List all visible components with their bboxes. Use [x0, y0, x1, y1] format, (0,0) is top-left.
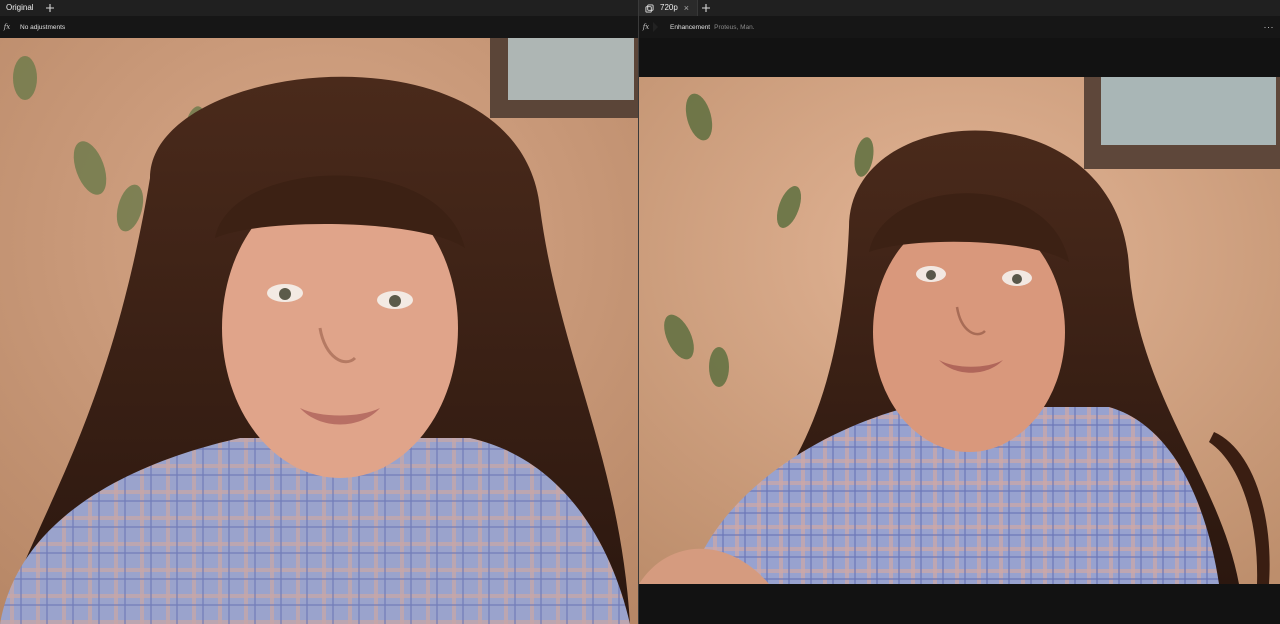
adjustments-bar: fx Enhancement Proteus, Man. ··· — [639, 16, 1280, 38]
plus-icon — [45, 4, 54, 12]
tab-720p[interactable]: 720p × — [639, 0, 699, 16]
tab-bar: 720p × — [639, 0, 1280, 16]
adjustment-status: No adjustments — [20, 23, 66, 31]
adjustment-name[interactable]: Enhancement — [670, 24, 710, 31]
original-image-viewport[interactable] — [0, 38, 638, 624]
fx-button[interactable]: fx — [639, 16, 653, 38]
more-icon[interactable]: ··· — [1264, 22, 1275, 32]
original-video-frame — [0, 38, 638, 624]
fx-button[interactable]: fx — [0, 16, 14, 38]
close-icon[interactable]: × — [684, 3, 689, 13]
fx-icon: fx — [3, 23, 11, 31]
tab-label: 720p — [660, 3, 678, 12]
tab-bar: Original — [0, 0, 638, 16]
adjustments-bar: fx No adjustments — [0, 16, 638, 38]
tab-original[interactable]: Original — [0, 0, 42, 16]
enhanced-pane: 720p × fx Enhancement Proteus, Man. ··· — [639, 0, 1280, 624]
fx-separator — [653, 22, 658, 32]
add-tab-button[interactable] — [698, 0, 714, 16]
adjustment-detail[interactable]: Proteus, Man. — [714, 24, 754, 31]
enhanced-image-viewport[interactable] — [639, 77, 1280, 584]
enhanced-video-frame — [639, 77, 1280, 584]
preset-icon — [645, 3, 654, 13]
add-tab-button[interactable] — [42, 0, 58, 16]
original-pane: Original fx No adjustments — [0, 0, 638, 624]
fx-icon: fx — [642, 23, 650, 31]
tab-label: Original — [6, 3, 34, 12]
plus-icon — [702, 4, 711, 12]
